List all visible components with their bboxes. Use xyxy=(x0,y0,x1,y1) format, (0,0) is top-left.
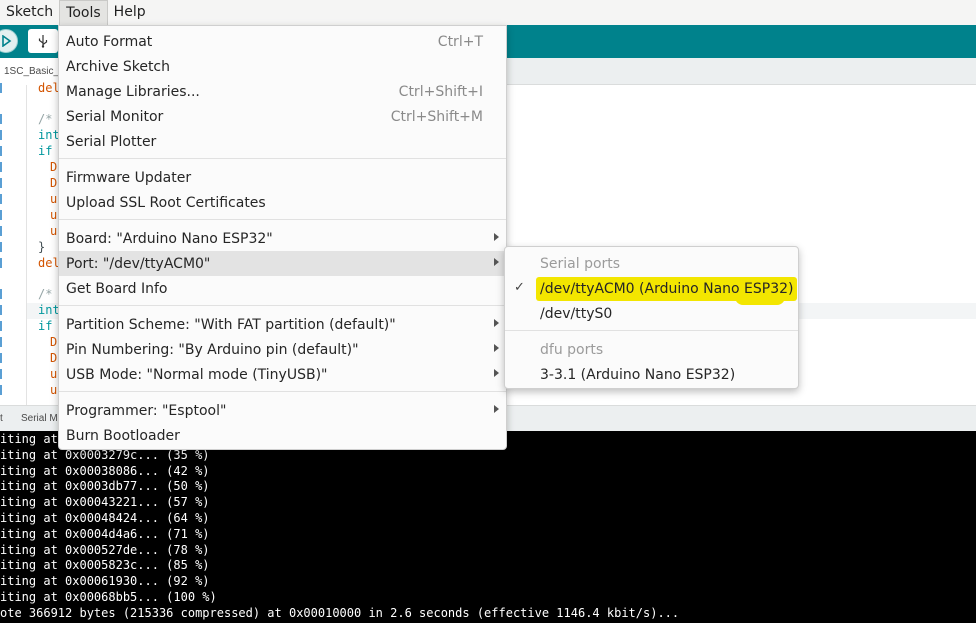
code-line: int xyxy=(38,303,60,317)
submenu-arrow-icon xyxy=(494,258,499,266)
code-line: u xyxy=(50,383,58,397)
shortcut-label: Ctrl+T xyxy=(437,34,483,50)
gutter-marker xyxy=(0,83,2,93)
code-line: /* xyxy=(38,287,53,301)
gutter-marker xyxy=(0,305,2,315)
gutter-marker xyxy=(0,369,2,379)
menu-item-auto-format[interactable]: Auto Format Ctrl+T xyxy=(59,29,506,54)
menu-separator xyxy=(59,305,506,306)
code-line: if xyxy=(38,319,53,333)
menu-item-programmer[interactable]: Programmer: "Esptool" xyxy=(59,398,506,423)
console-line: iting at 0x0003279c... (35 %) xyxy=(0,447,210,462)
menu-item-get-board-info[interactable]: Get Board Info xyxy=(59,276,506,301)
menu-separator xyxy=(59,391,506,392)
code-line: D xyxy=(50,176,58,190)
submenu-arrow-icon xyxy=(494,405,499,413)
console-line: iting at 0x0003db77... (50 %) xyxy=(0,479,210,494)
code-line: } xyxy=(38,240,46,254)
tools-menu: Auto Format Ctrl+T Archive Sketch Manage… xyxy=(58,25,507,450)
submenu-arrow-icon xyxy=(494,233,499,241)
menu-bar: Sketch Tools Help xyxy=(0,0,976,25)
gutter-marker xyxy=(0,130,2,140)
port-submenu: Serial ports ✓ /dev/ttyACM0 (Arduino Nan… xyxy=(504,246,799,389)
menu-item-burn-bootloader[interactable]: Burn Bootloader xyxy=(59,423,506,448)
gutter-marker xyxy=(0,337,2,347)
menu-item-archive-sketch[interactable]: Archive Sketch xyxy=(59,54,506,79)
submenu-arrow-icon xyxy=(494,344,499,352)
gutter-marker xyxy=(0,146,2,156)
console-line: iting at 0x0005823c... (85 %) xyxy=(0,558,210,573)
code-line: del xyxy=(38,256,60,270)
port-option-ttyacm0[interactable]: ✓ /dev/ttyACM0 (Arduino Nano ESP32) xyxy=(505,276,798,305)
gutter-marker xyxy=(0,210,2,220)
menu-item-partition-scheme[interactable]: Partition Scheme: "With FAT partition (d… xyxy=(59,312,506,337)
menu-item-firmware-updater[interactable]: Firmware Updater xyxy=(59,165,506,190)
menu-item-upload-ssl-certificates[interactable]: Upload SSL Root Certificates xyxy=(59,190,506,215)
console-line: iting at 0x00048424... (64 %) xyxy=(0,511,210,525)
code-line: D xyxy=(50,335,58,349)
console-line: iting at 0x00043221... (57 %) xyxy=(0,495,210,510)
gutter-marker xyxy=(0,258,2,268)
gutter-marker xyxy=(0,178,2,188)
tab-serial-monitor[interactable]: Serial M xyxy=(21,413,58,424)
menu-separator xyxy=(59,219,506,220)
console-line: iting at 0x000527de... (78 %) xyxy=(0,542,210,557)
verify-button[interactable] xyxy=(0,29,18,53)
port-option-dfu-device[interactable]: 3-3.1 (Arduino Nano ESP32) xyxy=(505,362,798,387)
console-line: iting at 0x00068bb5... (100 %) xyxy=(0,590,217,604)
checkmark-icon: ✓ xyxy=(514,280,525,295)
menu-separator xyxy=(59,158,506,159)
usb-icon xyxy=(38,35,48,48)
shortcut-label: Ctrl+Shift+M xyxy=(390,109,483,125)
gutter-marker xyxy=(0,242,2,252)
gutter-marker xyxy=(0,289,2,299)
menu-item-pin-numbering[interactable]: Pin Numbering: "By Arduino pin (default)… xyxy=(59,337,506,362)
console-line: iting at 0x00038086... (42 %) xyxy=(0,463,210,478)
code-line: u xyxy=(50,192,58,206)
code-line: D xyxy=(50,160,58,174)
menu-item-port[interactable]: Port: "/dev/ttyACM0" xyxy=(59,251,506,276)
submenu-arrow-icon xyxy=(494,369,499,377)
code-line: /* xyxy=(38,112,53,126)
menu-separator xyxy=(505,330,798,331)
gutter-marker xyxy=(0,194,2,204)
gutter-marker xyxy=(0,321,2,331)
arduino-ide-window: Sketch Tools Help 1SC_Basic_ del/* int if D… xyxy=(0,0,976,623)
console-line: ote 366912 bytes (215336 compressed) at … xyxy=(0,605,680,620)
console-line: iting at 0x00061930... (92 %) xyxy=(0,574,210,589)
menu-tools[interactable]: Tools xyxy=(59,0,108,25)
gutter-divider xyxy=(26,85,27,405)
menu-item-board[interactable]: Board: "Arduino Nano ESP32" xyxy=(59,226,506,251)
gutter-marker xyxy=(0,353,2,363)
output-console: iting at 0x0002c5c4... (28 %)iting at 0x… xyxy=(0,431,976,623)
code-line: u xyxy=(50,367,58,381)
code-line: int xyxy=(38,128,60,142)
port-option-ttys0[interactable]: /dev/ttyS0 xyxy=(505,301,798,326)
code-line: D xyxy=(50,351,58,365)
code-line: del xyxy=(38,81,60,95)
console-line: iting at 0x0004d4a6... (71 %) xyxy=(0,526,210,541)
submenu-header-serial-ports: Serial ports xyxy=(540,256,621,272)
tab-output[interactable]: t xyxy=(0,413,3,424)
gutter-marker xyxy=(0,385,2,395)
code-line: u xyxy=(50,224,58,238)
menu-sketch[interactable]: Sketch xyxy=(0,0,59,25)
menu-item-usb-mode[interactable]: USB Mode: "Normal mode (TinyUSB)" xyxy=(59,362,506,387)
menu-item-serial-plotter[interactable]: Serial Plotter xyxy=(59,129,506,154)
menu-help[interactable]: Help xyxy=(108,0,152,25)
gutter-marker xyxy=(0,226,2,236)
menu-item-serial-monitor[interactable]: Serial Monitor Ctrl+Shift+M xyxy=(59,104,506,129)
code-line: u xyxy=(50,208,58,222)
gutter-marker xyxy=(0,162,2,172)
gutter-marker xyxy=(0,114,2,124)
shortcut-label: Ctrl+Shift+I xyxy=(398,84,483,100)
board-selector-button[interactable] xyxy=(28,29,58,53)
submenu-arrow-icon xyxy=(494,319,499,327)
play-icon xyxy=(2,35,12,47)
code-line: if xyxy=(38,144,53,158)
submenu-header-dfu-ports: dfu ports xyxy=(540,342,604,358)
menu-item-manage-libraries[interactable]: Manage Libraries... Ctrl+Shift+I xyxy=(59,79,506,104)
